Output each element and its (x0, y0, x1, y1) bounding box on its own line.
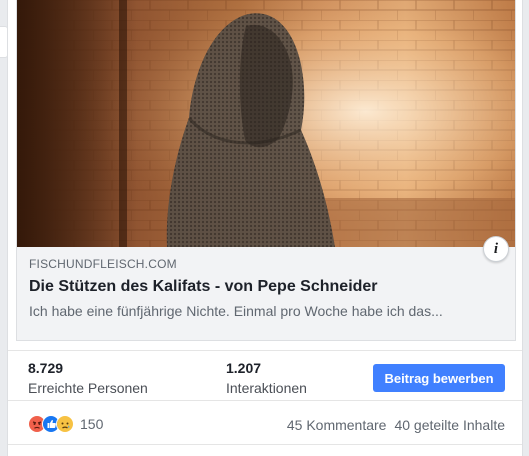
link-preview[interactable]: i FISCHUNDFLEISCH.COM Die Stützen des Ka… (16, 0, 516, 341)
engagement-value: 1.207 (226, 360, 262, 376)
sad-reaction-icon (56, 415, 74, 433)
divider (8, 444, 522, 445)
post-insights: 8.729 Erreichte Personen 1.207 Interakti… (8, 350, 522, 401)
shares-count[interactable]: 40 geteilte Inhalte (394, 416, 505, 434)
link-preview-text: FISCHUNDFLEISCH.COM Die Stützen des Kali… (29, 257, 499, 320)
reaction-count: 150 (80, 416, 104, 432)
reach-value: 8.729 (28, 360, 64, 376)
reactions-summary[interactable]: 150 (28, 415, 103, 433)
link-headline[interactable]: Die Stützen des Kalifats - von Pepe Schn… (29, 277, 499, 297)
comments-count[interactable]: 45 Kommentare (287, 416, 387, 434)
hero-illustration (17, 0, 515, 247)
engagement-bar: 150 45 Kommentare 40 geteilte Inhalte (8, 400, 522, 447)
promote-post-button[interactable]: Beitrag bewerben (373, 364, 505, 392)
comments-shares: 45 Kommentare 40 geteilte Inhalte (287, 416, 505, 434)
engagement-label: Interaktionen (226, 380, 307, 396)
link-domain: FISCHUNDFLEISCH.COM (29, 257, 177, 271)
link-description: Ich habe eine fünfjährige Nichte. Einmal… (29, 303, 443, 319)
reach-label: Erreichte Personen (28, 380, 148, 396)
reach-stat: 8.729 Erreichte Personen (28, 360, 148, 397)
post-card: i FISCHUNDFLEISCH.COM Die Stützen des Ka… (7, 0, 523, 456)
link-preview-image[interactable] (17, 0, 515, 247)
engagement-stat: 1.207 Interaktionen (226, 360, 307, 397)
